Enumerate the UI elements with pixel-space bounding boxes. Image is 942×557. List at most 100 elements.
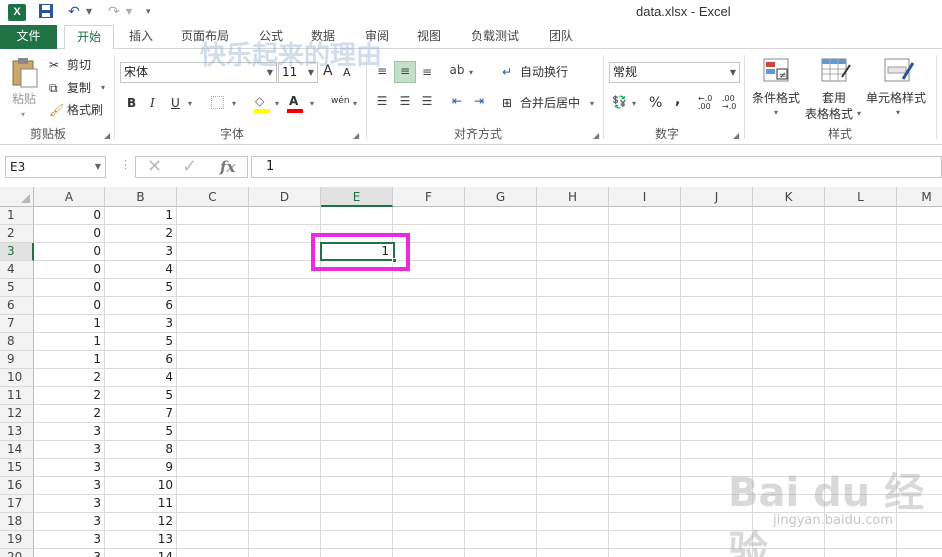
merge-dropdown-icon[interactable]: ▾ — [590, 96, 594, 112]
tab-view[interactable]: 视图 — [406, 25, 452, 49]
font-launcher-icon[interactable]: ◢ — [353, 131, 359, 140]
column-header-h[interactable]: H — [537, 187, 609, 207]
cell-b11[interactable]: 5 — [105, 387, 177, 405]
cell-a13[interactable]: 3 — [34, 423, 105, 441]
row-header-5[interactable]: 5 — [0, 279, 34, 297]
decrease-indent-icon[interactable]: ⇤ — [448, 94, 466, 112]
row-header-9[interactable]: 9 — [0, 351, 34, 369]
column-header-k[interactable]: K — [753, 187, 825, 207]
cancel-icon[interactable]: ✕ — [147, 157, 162, 177]
cell-b13[interactable]: 5 — [105, 423, 177, 441]
cell-a4[interactable]: 0 — [34, 261, 105, 279]
align-bottom-icon[interactable]: ≡ — [418, 63, 436, 81]
select-all-corner[interactable] — [0, 187, 34, 207]
font-color-dropdown-icon[interactable]: ▾ — [310, 96, 314, 112]
redo-dropdown-icon[interactable]: ▼ — [126, 3, 132, 21]
column-header-b[interactable]: B — [105, 187, 177, 207]
percent-button[interactable]: % — [649, 95, 662, 111]
cell-b14[interactable]: 8 — [105, 441, 177, 459]
row-header-15[interactable]: 15 — [0, 459, 34, 477]
accounting-icon[interactable]: 💱 — [612, 94, 627, 110]
row-header-17[interactable]: 17 — [0, 495, 34, 513]
format-painter-icon[interactable]: 🖌 — [49, 102, 64, 118]
row-header-11[interactable]: 11 — [0, 387, 34, 405]
tab-file[interactable]: 文件 — [0, 25, 57, 49]
column-header-j[interactable]: J — [681, 187, 753, 207]
cut-button[interactable]: 剪切 — [67, 57, 91, 73]
cell-a14[interactable]: 3 — [34, 441, 105, 459]
format-as-table-label[interactable]: 表格格式 — [805, 106, 853, 122]
cell-a18[interactable]: 3 — [34, 513, 105, 531]
tab-team[interactable]: 团队 — [538, 25, 584, 49]
row-header-8[interactable]: 8 — [0, 333, 34, 351]
font-color-icon[interactable]: A — [289, 93, 298, 109]
row-header-14[interactable]: 14 — [0, 441, 34, 459]
cell-b6[interactable]: 6 — [105, 297, 177, 315]
cell-b20[interactable]: 14 — [105, 549, 177, 557]
column-header-d[interactable]: D — [249, 187, 321, 207]
cell-a9[interactable]: 1 — [34, 351, 105, 369]
tab-data[interactable]: 数据 — [300, 25, 346, 49]
column-header-m[interactable]: M — [897, 187, 942, 207]
cell-a5[interactable]: 0 — [34, 279, 105, 297]
cell-a15[interactable]: 3 — [34, 459, 105, 477]
cell-a1[interactable]: 0 — [34, 207, 105, 225]
column-header-l[interactable]: L — [825, 187, 897, 207]
format-painter-button[interactable]: 格式刷 — [67, 102, 103, 118]
phonetic-button[interactable]: wén — [331, 93, 350, 109]
cell-a11[interactable]: 2 — [34, 387, 105, 405]
tab-insert[interactable]: 插入 — [118, 25, 164, 49]
borders-dropdown-icon[interactable]: ▾ — [232, 96, 236, 112]
fill-color-dropdown-icon[interactable]: ▾ — [275, 96, 279, 112]
cell-b1[interactable]: 1 — [105, 207, 177, 225]
cell-b2[interactable]: 2 — [105, 225, 177, 243]
copy-icon[interactable]: ⧉ — [49, 80, 58, 96]
merge-center-icon[interactable]: ⊞ — [502, 95, 512, 111]
formula-bar-grip-icon[interactable]: ⋮ — [120, 158, 131, 171]
cell-a20[interactable]: 3 — [34, 549, 105, 557]
cell-b8[interactable]: 5 — [105, 333, 177, 351]
orientation-dropdown-icon[interactable]: ▾ — [469, 65, 473, 81]
column-header-a[interactable]: A — [34, 187, 105, 207]
wrap-text-button[interactable]: 自动换行 — [520, 64, 568, 80]
align-center-icon[interactable]: ☰ — [396, 94, 414, 112]
customize-qat-icon[interactable]: ▾ — [146, 3, 151, 21]
cell-b10[interactable]: 4 — [105, 369, 177, 387]
paste-icon[interactable] — [9, 57, 39, 89]
cell-styles-icon[interactable] — [883, 57, 915, 85]
bold-button[interactable]: B — [127, 95, 136, 111]
font-name-select[interactable]: 宋体 ▼ — [120, 62, 277, 83]
cell-a10[interactable]: 2 — [34, 369, 105, 387]
tab-review[interactable]: 审阅 — [354, 25, 400, 49]
paste-dropdown-icon[interactable]: ▾ — [21, 107, 25, 123]
cell-styles-button[interactable]: 单元格样式 — [866, 90, 926, 106]
increase-decimal-icon[interactable]: ←.0.00 — [698, 95, 712, 111]
align-left-icon[interactable]: ☰ — [373, 94, 391, 112]
decrease-decimal-icon[interactable]: .00 →.0 — [722, 95, 736, 111]
cell-a7[interactable]: 1 — [34, 315, 105, 333]
column-header-c[interactable]: C — [177, 187, 249, 207]
column-header-f[interactable]: F — [393, 187, 465, 207]
column-header-g[interactable]: G — [465, 187, 537, 207]
increase-indent-icon[interactable]: ⇥ — [470, 94, 488, 112]
row-header-2[interactable]: 2 — [0, 225, 34, 243]
redo-icon[interactable]: ↷ — [108, 3, 120, 21]
conditional-formatting-dropdown-icon[interactable]: ▾ — [774, 105, 778, 121]
row-header-4[interactable]: 4 — [0, 261, 34, 279]
name-box[interactable]: E3 ▼ — [5, 156, 106, 178]
cell-a2[interactable]: 0 — [34, 225, 105, 243]
spreadsheet-grid[interactable]: A B C D E F G H I J K L M 1 2 3 4 5 6 7 8 9 10 11 12 13 14 15 16 17 18… — [0, 187, 942, 557]
number-launcher-icon[interactable]: ◢ — [733, 131, 739, 140]
cell-b12[interactable]: 7 — [105, 405, 177, 423]
undo-icon[interactable]: ↶ — [68, 3, 80, 21]
cell-a17[interactable]: 3 — [34, 495, 105, 513]
underline-dropdown-icon[interactable]: ▾ — [188, 96, 192, 112]
column-header-i[interactable]: I — [609, 187, 681, 207]
cell-a19[interactable]: 3 — [34, 531, 105, 549]
align-top-icon[interactable]: ≡ — [373, 63, 391, 81]
number-format-select[interactable]: 常规 ▼ — [609, 62, 740, 83]
cell-b19[interactable]: 13 — [105, 531, 177, 549]
cell-a8[interactable]: 1 — [34, 333, 105, 351]
tab-home[interactable]: 开始 — [64, 25, 114, 50]
cell-b3[interactable]: 3 — [105, 243, 177, 261]
